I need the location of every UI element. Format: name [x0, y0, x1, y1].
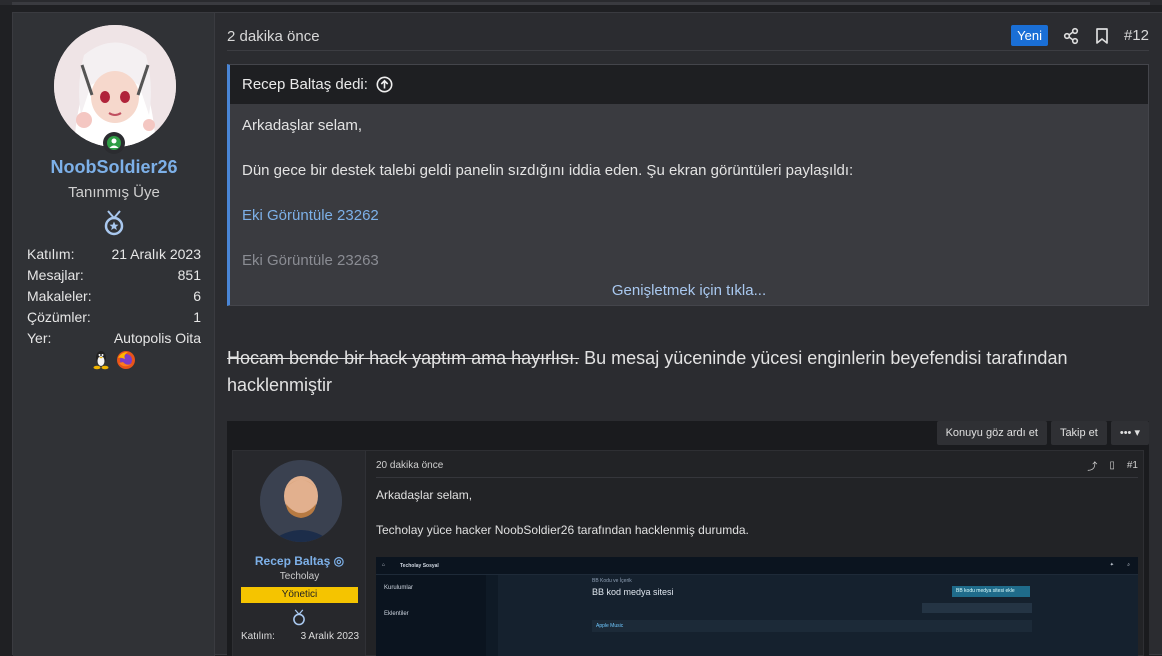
search-icon: ⌕ [1127, 562, 1130, 568]
screenshot-post-text: Arkadaşlar selam, Techolay yüce hacker N… [376, 488, 749, 537]
screenshot-post-number: #1 [1126, 460, 1138, 471]
share-icon[interactable] [1062, 27, 1080, 45]
stat-join: Katılım: 21 Aralık 2023 [27, 246, 201, 262]
bookmark-icon[interactable] [1094, 27, 1110, 45]
quote-line: Dün gece bir destek talebi geldi panelin… [242, 162, 854, 179]
verified-icon: ◎ [333, 554, 345, 568]
attachment-link[interactable]: Eki Görüntüle 23263 [242, 251, 1136, 271]
post-time[interactable]: 2 dakika önce [227, 28, 320, 45]
stat-articles: Makaleler: 6 [27, 288, 201, 304]
stat-messages: Mesajlar: 851 [27, 267, 201, 283]
screenshot-join-stat: Katılım: 3 Aralık 2023 [241, 631, 359, 642]
screenshot-post-main: 20 dakika önce ⤴ ▯ #1 Arkadaşlar selam, … [376, 451, 1138, 656]
online-status-icon [103, 132, 125, 154]
firefox-icon [117, 351, 135, 369]
medal-icon [103, 210, 125, 241]
settings-icon: ✦ [1109, 562, 1114, 568]
stat-location: Yer: Autopolis Oita [27, 330, 201, 346]
quote-author[interactable]: Recep Baltaş dedi: [242, 76, 368, 93]
quote-body: Arkadaşlar selam, Dün gece bir destek ta… [230, 104, 1148, 271]
attached-screenshot[interactable]: Konuyu göz ardı et Takip et ••• ▾ Recep … [227, 421, 1149, 656]
screenshot-post-actions: ⤴ ▯ #1 [1087, 458, 1138, 473]
expand-quote-link[interactable]: Genişletmek için tıkla... [230, 282, 1148, 299]
quote-line: Arkadaşlar selam, [242, 117, 363, 134]
role-badge: Yönetici [241, 587, 358, 603]
post-container: NoobSoldier26 Tanınmış Üye Katılım: 21 Ar… [12, 12, 1162, 656]
screenshot-avatar [260, 460, 342, 542]
struck-text: Hocam bende bir hack yaptım ama hayırlıs… [227, 348, 580, 368]
follow-button: Takip et [1050, 421, 1107, 445]
post-number[interactable]: #12 [1124, 27, 1149, 44]
nested-screenshot: ⌂ Techolay Sosyal ✦ ⌕ Kurulumlar Eklenti… [376, 557, 1138, 656]
screenshot-post-header: 20 dakika önce ⤴ ▯ #1 [376, 451, 1138, 478]
post-main: 2 dakika önce Yeni #12 Recep Baltaş dedi… [227, 13, 1162, 656]
stat-solutions: Çözümler: 1 [27, 309, 201, 325]
new-badge: Yeni [1011, 25, 1048, 46]
screenshot-user-column: Recep Baltaş ◎ Techolay Yönetici Katılım… [233, 451, 366, 656]
arrow-up-circle-icon[interactable] [376, 76, 393, 93]
top-bar [0, 0, 1162, 5]
nested-sidebar: Kurulumlar Eklentiler [376, 575, 486, 656]
avatar[interactable] [54, 25, 176, 147]
share-icon: ⤴ [1087, 462, 1098, 473]
home-icon: ⌂ [382, 562, 386, 568]
user-column: NoobSoldier26 Tanınmış Üye Katılım: 21 Ar… [13, 13, 215, 656]
post-actions: Yeni #12 [1011, 25, 1149, 46]
nested-topbar: ⌂ Techolay Sosyal ✦ ⌕ [376, 557, 1138, 575]
bookmark-icon: ▯ [1109, 460, 1115, 471]
linux-icon [93, 351, 109, 370]
screenshot-thread-actions: Konuyu göz ardı et Takip et ••• ▾ [936, 421, 1149, 445]
os-icons [92, 350, 136, 370]
ignore-thread-button: Konuyu göz ardı et [936, 421, 1047, 445]
more-button: ••• ▾ [1110, 421, 1149, 445]
quote-header: Recep Baltaş dedi: [230, 65, 1148, 104]
top-strip [12, 2, 1150, 5]
nested-content: BB Kodu ve İçerik BB kod medya sitesi BB… [498, 575, 1138, 656]
post-header: 2 dakika önce Yeni #12 [227, 13, 1149, 51]
attachment-link[interactable]: Eki Görüntüle 23262 [242, 206, 1136, 226]
post-message: Hocam bende bir hack yaptım ama hayırlıs… [227, 345, 1127, 399]
user-stats: Katılım: 21 Aralık 2023 Mesajlar: 851 Maka… [27, 244, 201, 349]
screenshot-post-time: 20 dakika önce [376, 460, 444, 471]
avatar-image [54, 25, 176, 147]
user-title: Tanınmış Üye [68, 184, 160, 201]
screenshot-user-title: Techolay [279, 571, 320, 582]
username[interactable]: NoobSoldier26 [13, 157, 215, 178]
screenshot-username: Recep Baltaş ◎ [254, 554, 345, 568]
medal-icon [292, 609, 306, 631]
screenshot-post: Recep Baltaş ◎ Techolay Yönetici Katılım… [232, 450, 1144, 656]
quote-block: Recep Baltaş dedi: Arkadaşlar selam, Dün… [227, 64, 1149, 306]
